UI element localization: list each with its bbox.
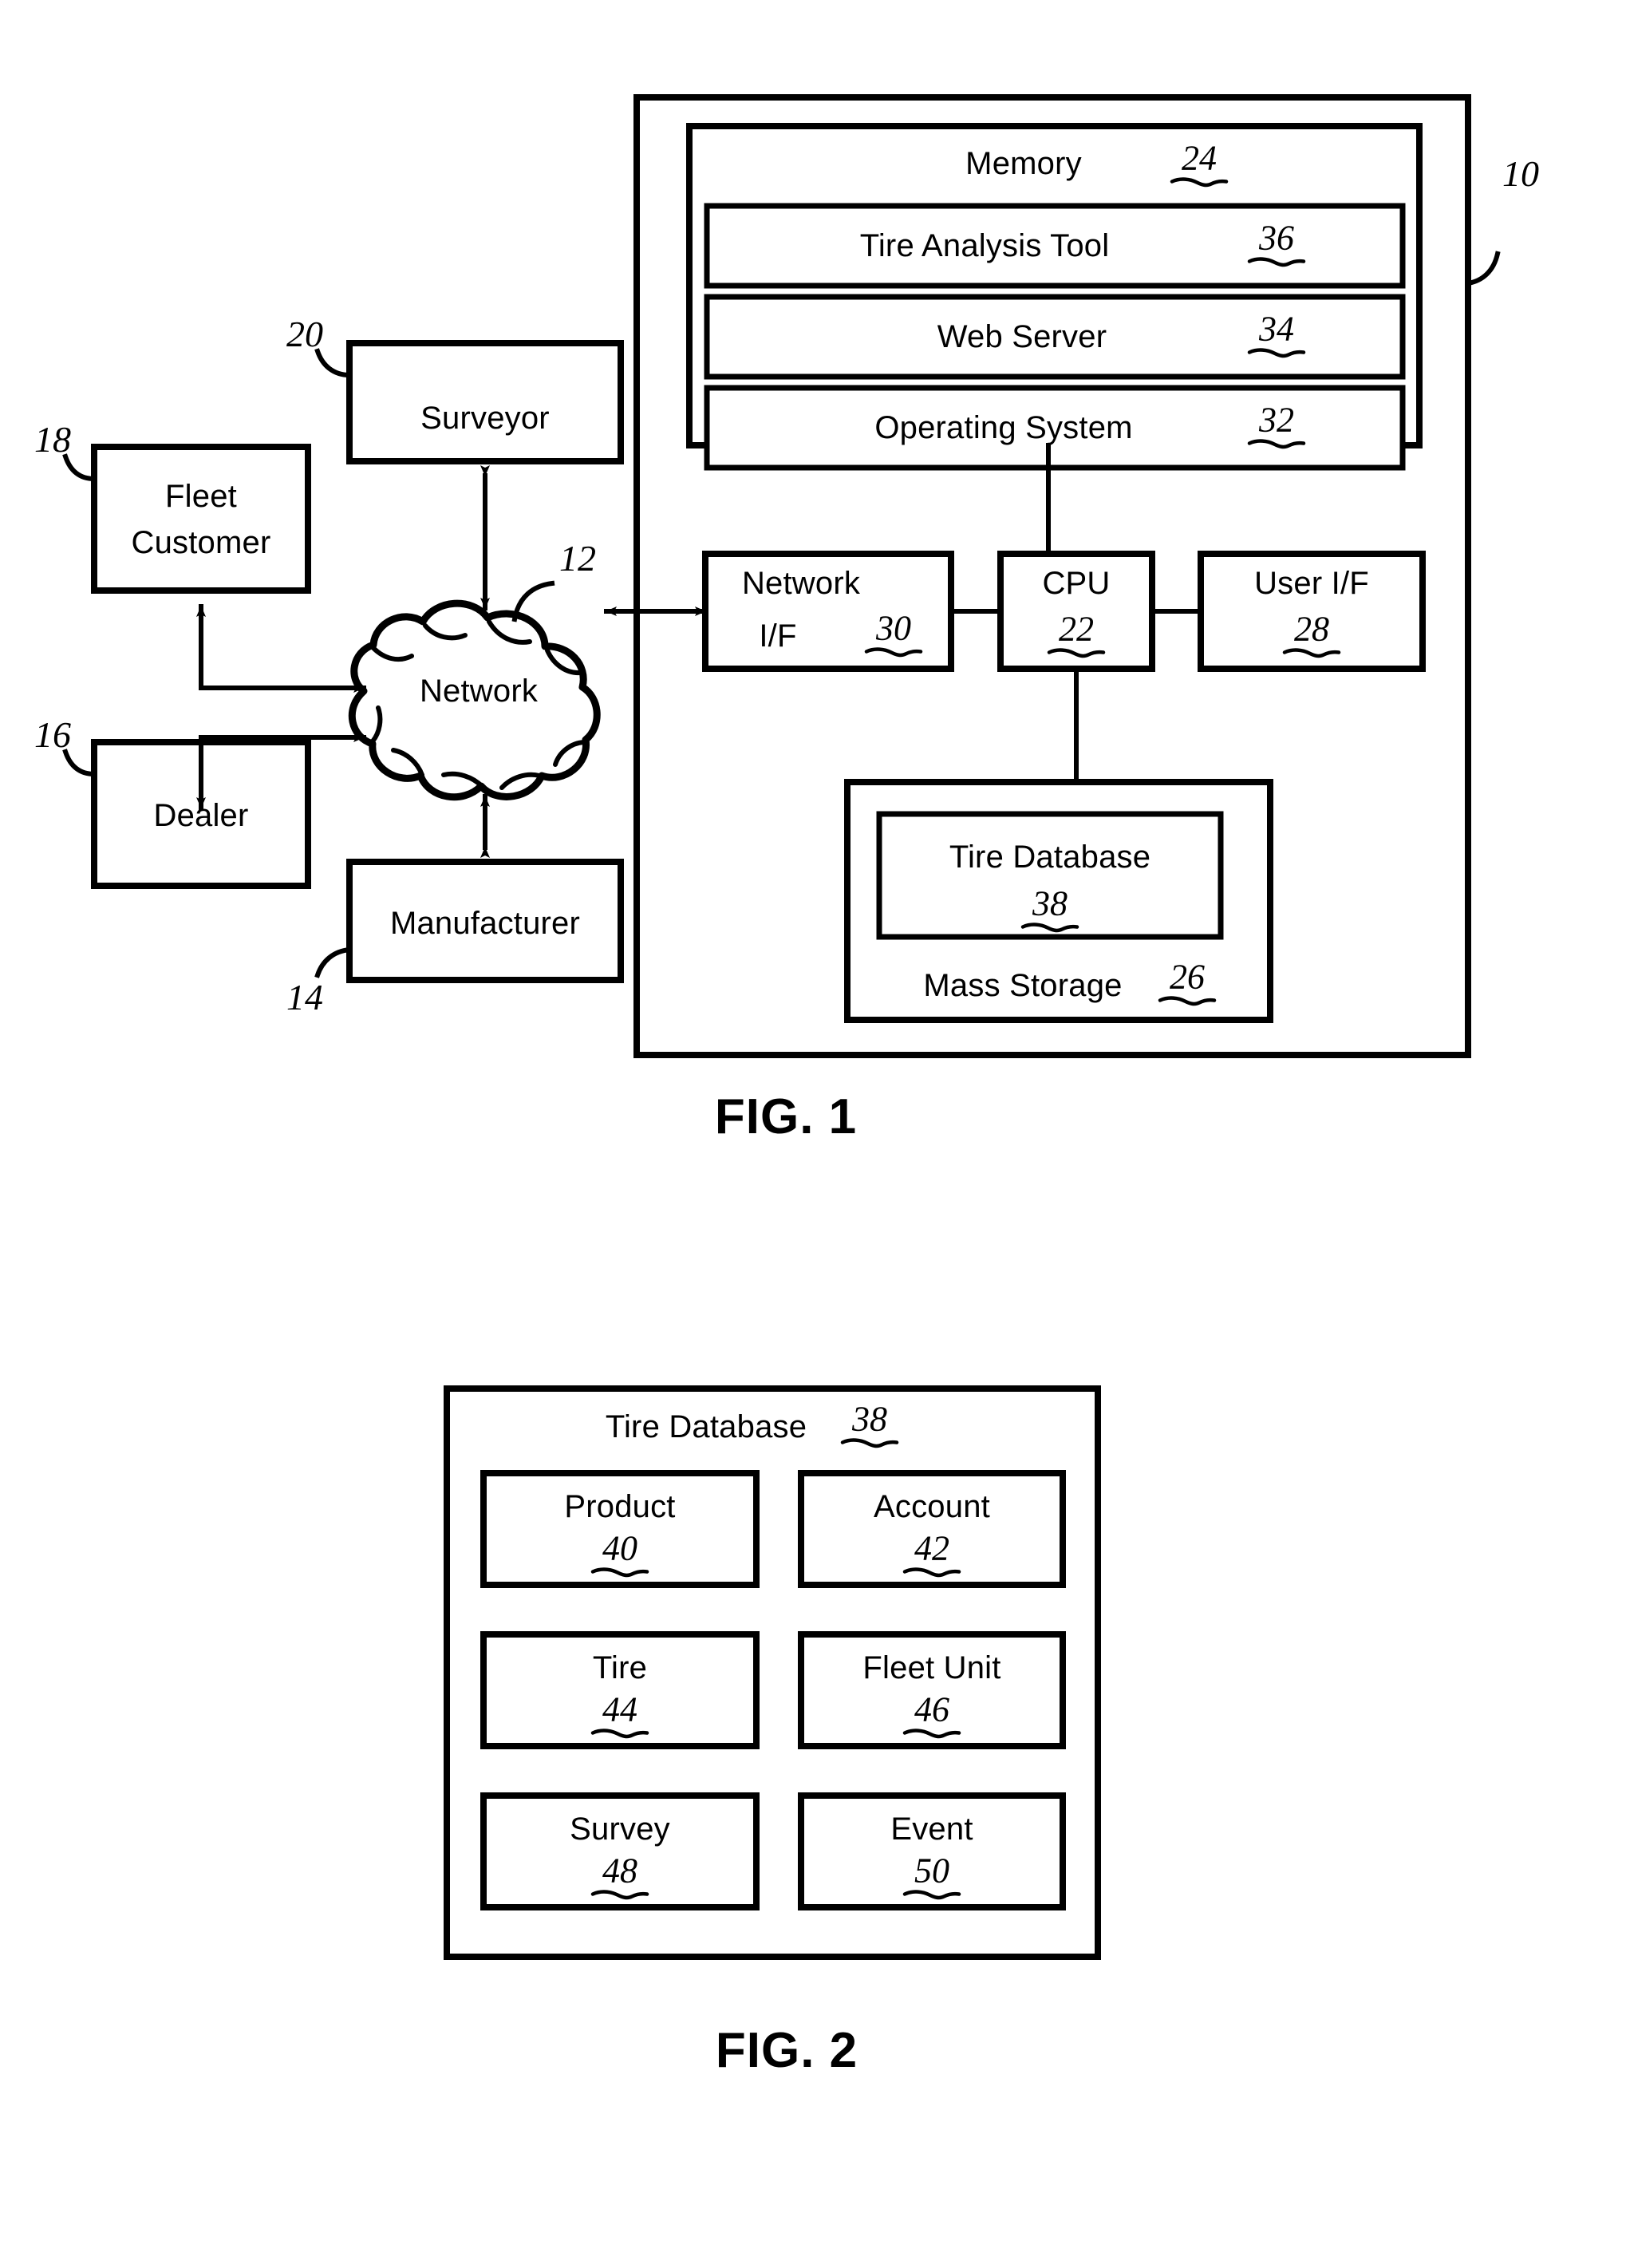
refnum-cpu: 22 [1047, 611, 1106, 659]
patent-drawing-sheet: Memory 24 Tire Analysis Tool 36 Web Serv… [0, 0, 1626, 2268]
refnum-product-40: 40 [590, 1531, 649, 1579]
leader-16 [62, 749, 97, 777]
operating-system-label: Operating System [874, 410, 1133, 445]
fleet-customer-box [91, 444, 311, 594]
web-server-label: Web Server [937, 319, 1107, 354]
db-table-label-account: Account [874, 1489, 990, 1524]
refnum-tire-database-fig2: 38 [840, 1401, 899, 1449]
leader-20 [314, 348, 353, 378]
figure2-caption: FIG. 2 [715, 2023, 858, 2078]
network-cloud-label: Network [419, 674, 539, 709]
memory-label: Memory [965, 146, 1082, 181]
dealer-label: Dealer [153, 798, 249, 833]
network-if-label-line2: I/F [759, 618, 797, 654]
refnum-memory: 24 [1170, 140, 1229, 188]
refnum-account-42: 42 [902, 1531, 961, 1579]
refnum-surveyor-20: 20 [286, 314, 323, 354]
manufacturer-label: Manufacturer [389, 906, 581, 941]
db-table-label-product: Product [564, 1489, 676, 1524]
refnum-system-10: 10 [1502, 153, 1539, 194]
refnum-survey-48: 48 [590, 1853, 649, 1901]
refnum-mass-storage: 26 [1158, 959, 1217, 1007]
user-if-label: User I/F [1254, 566, 1369, 601]
refnum-web-server: 34 [1247, 311, 1306, 359]
network-if-label-line1: Network [741, 566, 861, 601]
leader-10 [1465, 251, 1501, 286]
refnum-dealer-16: 16 [34, 714, 71, 755]
tire-analysis-tool-label: Tire Analysis Tool [859, 228, 1110, 263]
refnum-user-if: 28 [1282, 611, 1341, 659]
refnum-fleet-customer-18: 18 [34, 419, 71, 460]
tire-database-label: Tire Database [949, 840, 1151, 875]
cpu-label: CPU [1042, 566, 1111, 601]
db-table-label-fleet-unit: Fleet Unit [862, 1650, 1001, 1685]
surveyor-label: Surveyor [420, 401, 550, 436]
refnum-tire-analysis-tool: 36 [1247, 220, 1306, 268]
fleet-customer-label-line1: Fleet [165, 479, 237, 514]
mass-storage-label: Mass Storage [923, 968, 1123, 1003]
db-table-label-survey: Survey [570, 1812, 670, 1847]
refnum-tire-database-fig1: 38 [1020, 886, 1079, 934]
figure1-caption: FIG. 1 [714, 1089, 858, 1144]
refnum-fleet-unit-46: 46 [902, 1692, 961, 1740]
refnum-operating-system: 32 [1247, 402, 1306, 450]
refnum-network-12: 12 [559, 538, 596, 579]
fleet-customer-label-line2: Customer [131, 525, 271, 560]
leader-14 [314, 946, 353, 978]
refnum-event-50: 50 [902, 1853, 961, 1901]
tire-database-container-label: Tire Database [605, 1409, 807, 1444]
refnum-tire-44: 44 [590, 1692, 649, 1740]
refnum-network-if: 30 [864, 610, 923, 658]
refnum-manufacturer-14: 14 [286, 977, 323, 1017]
leader-18 [62, 453, 97, 482]
db-table-label-event: Event [890, 1812, 973, 1847]
db-table-label-tire: Tire [592, 1650, 648, 1685]
